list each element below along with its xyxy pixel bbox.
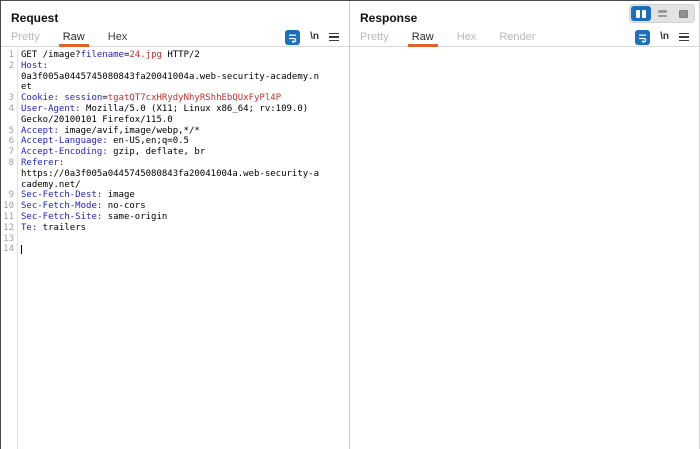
split-rows-button[interactable] <box>652 6 672 21</box>
line-number: 9 <box>1 190 17 201</box>
line-number: 7 <box>1 147 17 158</box>
code-line: Accept-Language: en-US,en;q=0.5 <box>17 136 189 147</box>
code-line: Accept-Encoding: gzip, deflate, br <box>17 147 205 158</box>
editor-row[interactable]: 0a3f005a0445745080843fa20041004a.web-sec… <box>1 72 349 83</box>
word-wrap-icon <box>637 32 648 43</box>
tab-raw[interactable]: Raw <box>63 28 85 46</box>
response-tabbar: Pretty Raw Hex Render \n <box>350 28 699 47</box>
editor-row[interactable]: 5Accept: image/avif,image/webp,*/* <box>1 126 349 137</box>
split-columns-button[interactable] <box>631 6 651 21</box>
editor-row[interactable]: 10Sec-Fetch-Mode: no-cors <box>1 201 349 212</box>
editor-row[interactable]: 6Accept-Language: en-US,en;q=0.5 <box>1 136 349 147</box>
editor-row[interactable]: 9Sec-Fetch-Dest: image <box>1 190 349 201</box>
line-number: 8 <box>1 158 17 169</box>
response-panel: Response Pretty Raw Hex Render \n <box>350 1 699 449</box>
code-line: Sec-Fetch-Mode: no-cors <box>17 201 146 212</box>
code-line: Referer: <box>17 158 64 169</box>
line-number: 2 <box>1 61 17 72</box>
tab-pretty[interactable]: Pretty <box>11 28 40 46</box>
line-number <box>1 180 17 191</box>
code-line: User-Agent: Mozilla/5.0 (X11; Linux x86_… <box>17 104 308 115</box>
line-number <box>1 72 17 83</box>
editor-row[interactable]: 14 <box>1 244 349 255</box>
response-editor[interactable] <box>350 47 699 449</box>
editor-row[interactable]: 1GET /image?filename=24.jpg HTTP/2 <box>1 50 349 61</box>
line-number: 14 <box>1 244 17 255</box>
line-number: 12 <box>1 223 17 234</box>
request-editor-toolbar: \n <box>285 30 339 45</box>
code-line: Sec-Fetch-Site: same-origin <box>17 212 167 223</box>
editor-row[interactable]: 4User-Agent: Mozilla/5.0 (X11; Linux x86… <box>1 104 349 115</box>
line-number: 11 <box>1 212 17 223</box>
request-tabs: Pretty Raw Hex <box>11 28 150 46</box>
columns-layout-icon <box>636 10 646 18</box>
editor-row[interactable]: 2Host: <box>1 61 349 72</box>
code-line: Gecko/20100101 Firefox/115.0 <box>17 115 173 126</box>
tab-render[interactable]: Render <box>499 28 535 46</box>
tab-raw[interactable]: Raw <box>412 28 434 46</box>
line-number: 5 <box>1 126 17 137</box>
tab-hex[interactable]: Hex <box>457 28 477 46</box>
show-newlines-toggle-button[interactable]: \n <box>660 32 669 42</box>
tab-hex[interactable]: Hex <box>108 28 128 46</box>
response-editor-toolbar: \n <box>635 30 689 45</box>
request-title-row: Request <box>1 1 349 28</box>
request-tabbar: Pretty Raw Hex \n <box>1 28 349 47</box>
editor-row[interactable]: 12Te: trailers <box>1 223 349 234</box>
word-wrap-icon <box>287 32 298 43</box>
editor-menu-button[interactable] <box>679 33 689 42</box>
repeater-view: Request PrettyRawHex \n 1GET /ima <box>0 0 700 449</box>
code-line: Sec-Fetch-Dest: image <box>17 190 135 201</box>
line-number: 1 <box>1 50 17 61</box>
single-pane-button[interactable] <box>673 6 693 21</box>
request-panel-title: Request <box>11 11 58 25</box>
text-caret <box>21 245 22 255</box>
layout-switcher <box>629 4 695 23</box>
line-number: 6 <box>1 136 17 147</box>
code-line: https://0a3f005a0445745080843fa20041004a… <box>17 169 319 180</box>
code-line: 0a3f005a0445745080843fa20041004a.web-sec… <box>17 72 319 83</box>
hamburger-icon <box>679 33 689 42</box>
request-editor[interactable]: 1GET /image?filename=24.jpg HTTP/22Host:… <box>1 47 349 449</box>
editor-row[interactable]: https://0a3f005a0445745080843fa20041004a… <box>1 169 349 180</box>
show-newlines-toggle-button[interactable]: \n <box>310 32 319 42</box>
line-number: 4 <box>1 104 17 115</box>
hamburger-icon <box>329 33 339 42</box>
rows-layout-icon <box>658 10 667 17</box>
editor-row[interactable]: et <box>1 82 349 93</box>
response-panel-title: Response <box>360 11 417 25</box>
code-line: Cookie: session=tgatQT7cxHRydyNhyRShhEbQ… <box>17 93 281 104</box>
line-number: 13 <box>1 234 17 245</box>
gutter-divider <box>17 47 18 449</box>
response-tabs: Pretty Raw Hex Render <box>360 28 558 46</box>
editor-row[interactable]: 11Sec-Fetch-Site: same-origin <box>1 212 349 223</box>
editor-row[interactable]: 13 <box>1 234 349 245</box>
editor-row[interactable]: 8Referer: <box>1 158 349 169</box>
code-line: cademy.net/ <box>17 180 81 191</box>
word-wrap-toggle-button[interactable] <box>635 30 650 45</box>
line-number <box>1 169 17 180</box>
editor-menu-button[interactable] <box>329 33 339 42</box>
tab-pretty[interactable]: Pretty <box>360 28 389 46</box>
request-panel: Request PrettyRawHex \n 1GET /ima <box>1 1 349 449</box>
code-line: Accept: image/avif,image/webp,*/* <box>17 126 200 137</box>
single-pane-icon <box>679 10 688 18</box>
line-number <box>1 115 17 126</box>
code-line: Te: trailers <box>17 223 86 234</box>
code-line: GET /image?filename=24.jpg HTTP/2 <box>17 50 200 61</box>
editor-row[interactable]: Gecko/20100101 Firefox/115.0 <box>1 115 349 126</box>
editor-row[interactable]: cademy.net/ <box>1 180 349 191</box>
editor-row[interactable]: 3Cookie: session=tgatQT7cxHRydyNhyRShhEb… <box>1 93 349 104</box>
code-line: Host: <box>17 61 48 72</box>
line-number: 10 <box>1 201 17 212</box>
line-number: 3 <box>1 93 17 104</box>
code-line: et <box>17 82 32 93</box>
line-number <box>1 82 17 93</box>
word-wrap-toggle-button[interactable] <box>285 30 300 45</box>
editor-row[interactable]: 7Accept-Encoding: gzip, deflate, br <box>1 147 349 158</box>
